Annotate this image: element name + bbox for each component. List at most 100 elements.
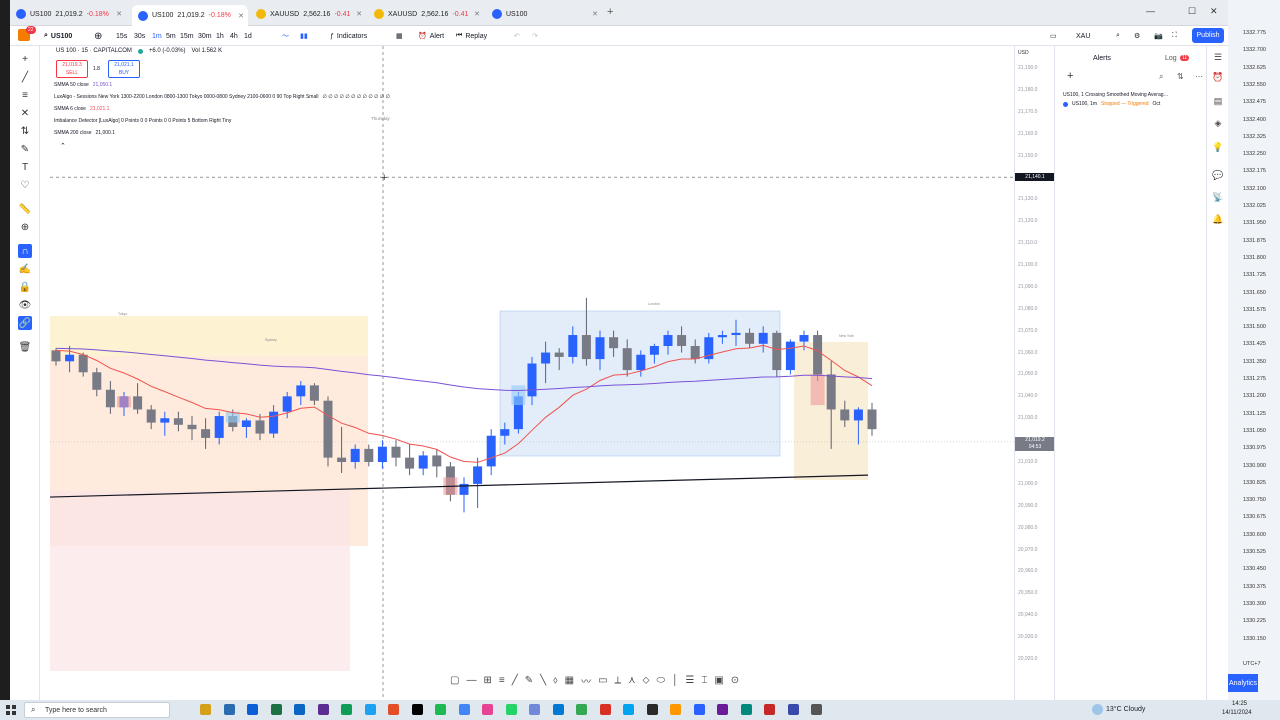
- sell-button[interactable]: 21,019.3 SELL: [56, 60, 88, 78]
- drawing-tool-icon[interactable]: ☰: [685, 675, 694, 686]
- close-tab-icon[interactable]: ✕: [356, 10, 362, 18]
- chart-area[interactable]: London New York Tokyo Sydney Thursday + US 100…: [40, 46, 1014, 700]
- notifications-icon[interactable]: 🔔: [1211, 212, 1225, 226]
- taskbar-app-icon[interactable]: [529, 704, 540, 715]
- candles-icon[interactable]: ▮▮: [300, 29, 308, 43]
- templates-icon[interactable]: ▦: [396, 29, 403, 43]
- taskbar-app-icon[interactable]: [388, 704, 399, 715]
- sort-icon[interactable]: ⇅: [1177, 72, 1184, 81]
- camera-icon[interactable]: 📷: [1154, 29, 1163, 43]
- drawing-tool-icon[interactable]: ⌶: [701, 675, 707, 686]
- taskbar-app-icon[interactable]: [200, 704, 211, 715]
- tab-log[interactable]: Log: [1165, 55, 1177, 62]
- taskbar-app-icon[interactable]: [505, 704, 517, 715]
- buy-button[interactable]: 21,021.1 BUY: [108, 60, 140, 78]
- taskbar-app-icon[interactable]: [317, 704, 329, 715]
- taskbar-app-icon[interactable]: [411, 704, 423, 715]
- replay-button[interactable]: ⏮ Replay: [456, 29, 487, 43]
- taskbar-app-icon[interactable]: [294, 704, 305, 715]
- candle[interactable]: [323, 396, 333, 467]
- eye-icon[interactable]: 👁: [18, 298, 32, 312]
- browser-tab-3[interactable]: XAUUSD 2,562.16 -0.41 ✕: [368, 4, 484, 24]
- close-tab-icon[interactable]: ✕: [474, 10, 480, 18]
- candle[interactable]: [391, 440, 401, 467]
- collapse-legend-icon[interactable]: ⌃: [60, 142, 66, 150]
- taskbar-app-icon[interactable]: [458, 704, 470, 715]
- drawing-tool-icon[interactable]: ▢: [450, 675, 459, 686]
- fib-icon[interactable]: ≡: [18, 88, 32, 102]
- interval-15s[interactable]: 15s: [116, 29, 127, 43]
- taskbar-app-icon[interactable]: [223, 704, 235, 715]
- taskbar-app-icon[interactable]: [764, 704, 775, 715]
- candle[interactable]: [772, 330, 782, 377]
- taskbar-app-icon[interactable]: [270, 704, 282, 715]
- drawing-tool-icon[interactable]: ▦: [565, 675, 574, 686]
- drawing-tool-icon[interactable]: │: [672, 675, 678, 686]
- drawing-tool-icon[interactable]: ✎: [525, 675, 533, 686]
- drawing-tool-icon[interactable]: ⊞: [483, 675, 491, 686]
- taskbar-app-icon[interactable]: [247, 704, 258, 715]
- maximize-icon[interactable]: ☐: [1188, 6, 1196, 17]
- tab-alerts[interactable]: Alerts: [1093, 55, 1111, 62]
- taskbar-app-icon[interactable]: [341, 704, 352, 715]
- link-icon[interactable]: 🔗: [18, 316, 32, 330]
- drawing-tool-icon[interactable]: ╱: [512, 675, 518, 686]
- layers-icon[interactable]: ◈: [1211, 116, 1225, 130]
- chat-icon[interactable]: 💬: [1211, 168, 1225, 182]
- taskbar-app-icon[interactable]: [576, 704, 587, 715]
- indicator-row[interactable]: SMMA 6 close 21,021.1: [54, 106, 109, 112]
- candle[interactable]: [377, 440, 387, 469]
- candle[interactable]: [785, 339, 795, 375]
- close-tab-icon[interactable]: ✕: [592, 10, 598, 18]
- candle[interactable]: [704, 332, 714, 364]
- taskbar-app-icon[interactable]: [646, 704, 658, 715]
- interval-30s[interactable]: 30s: [134, 29, 145, 43]
- search-icon[interactable]: ⌕: [1159, 72, 1163, 82]
- drawing-tool-icon[interactable]: ⬨: [553, 675, 558, 686]
- add-alert-icon[interactable]: +: [1067, 70, 1073, 82]
- drawing-tool-icon[interactable]: ╲: [540, 675, 546, 686]
- taskbar-app-icon[interactable]: [811, 704, 822, 715]
- candle[interactable]: [418, 451, 428, 476]
- timezone-label[interactable]: UTC+7: [1243, 661, 1261, 667]
- taskbar-app-icon[interactable]: [482, 704, 493, 715]
- drawing-tool-icon[interactable]: ▣: [714, 675, 723, 686]
- close-tab-icon[interactable]: ✕: [238, 12, 244, 20]
- browser-tab-1[interactable]: US100 21,019.2 -0.18% ✕: [132, 5, 248, 26]
- interval-1m[interactable]: 1m: [152, 29, 162, 43]
- trend-line-icon[interactable]: ╱: [18, 70, 32, 84]
- brush-icon[interactable]: ✎: [18, 142, 32, 156]
- interval-15m[interactable]: 15m: [180, 29, 194, 43]
- search-icon[interactable]: ⌕: [1116, 29, 1120, 43]
- undo-icon[interactable]: ↶: [514, 29, 520, 43]
- drawing-tool-icon[interactable]: ⬦: [643, 675, 650, 686]
- settings-icon[interactable]: ⚙: [1134, 29, 1140, 43]
- chart-type-icon[interactable]: 〜: [282, 29, 289, 43]
- close-window-icon[interactable]: ✕: [1210, 6, 1218, 17]
- heart-icon[interactable]: ♡: [18, 178, 32, 192]
- taskbar-app-icon[interactable]: [693, 704, 705, 715]
- lock-drawing-icon[interactable]: ✍: [18, 262, 32, 276]
- drawing-tool-icon[interactable]: ⬭: [657, 675, 666, 686]
- taskbar-app-icon[interactable]: [623, 704, 634, 715]
- calendar-icon[interactable]: ▤: [1211, 94, 1225, 108]
- drawing-tool-icon[interactable]: 〰: [581, 673, 591, 688]
- indicator-row[interactable]: LuxAlgo - Sessions New York 1300-2200 Lo…: [54, 94, 390, 100]
- fullscreen-icon[interactable]: ⛶: [1172, 29, 1177, 43]
- indicator-row[interactable]: SMMA 50 close 21,050.1: [54, 82, 112, 88]
- candle[interactable]: [813, 330, 823, 382]
- add-symbol-icon[interactable]: ⊕: [94, 29, 102, 43]
- lock-icon[interactable]: 🔒: [18, 280, 32, 294]
- trash-icon[interactable]: 🗑: [18, 340, 32, 354]
- browser-tab-0[interactable]: US100 21,019.2 -0.18% ✕: [10, 4, 126, 24]
- drawing-tool-icon[interactable]: ▭: [598, 675, 607, 686]
- redo-icon[interactable]: ↷: [532, 29, 538, 43]
- ruler-icon[interactable]: 📏: [18, 202, 32, 216]
- interval-4h[interactable]: 4h: [230, 29, 238, 43]
- interval-1h[interactable]: 1h: [216, 29, 224, 43]
- candle[interactable]: [405, 444, 415, 476]
- indicator-row[interactable]: Imbalance Detector [LuxAlgo] 0 Points 0 …: [54, 118, 235, 124]
- candle[interactable]: [867, 402, 877, 436]
- clock-date[interactable]: 14/11/2024: [1222, 710, 1252, 716]
- candle[interactable]: [459, 477, 469, 513]
